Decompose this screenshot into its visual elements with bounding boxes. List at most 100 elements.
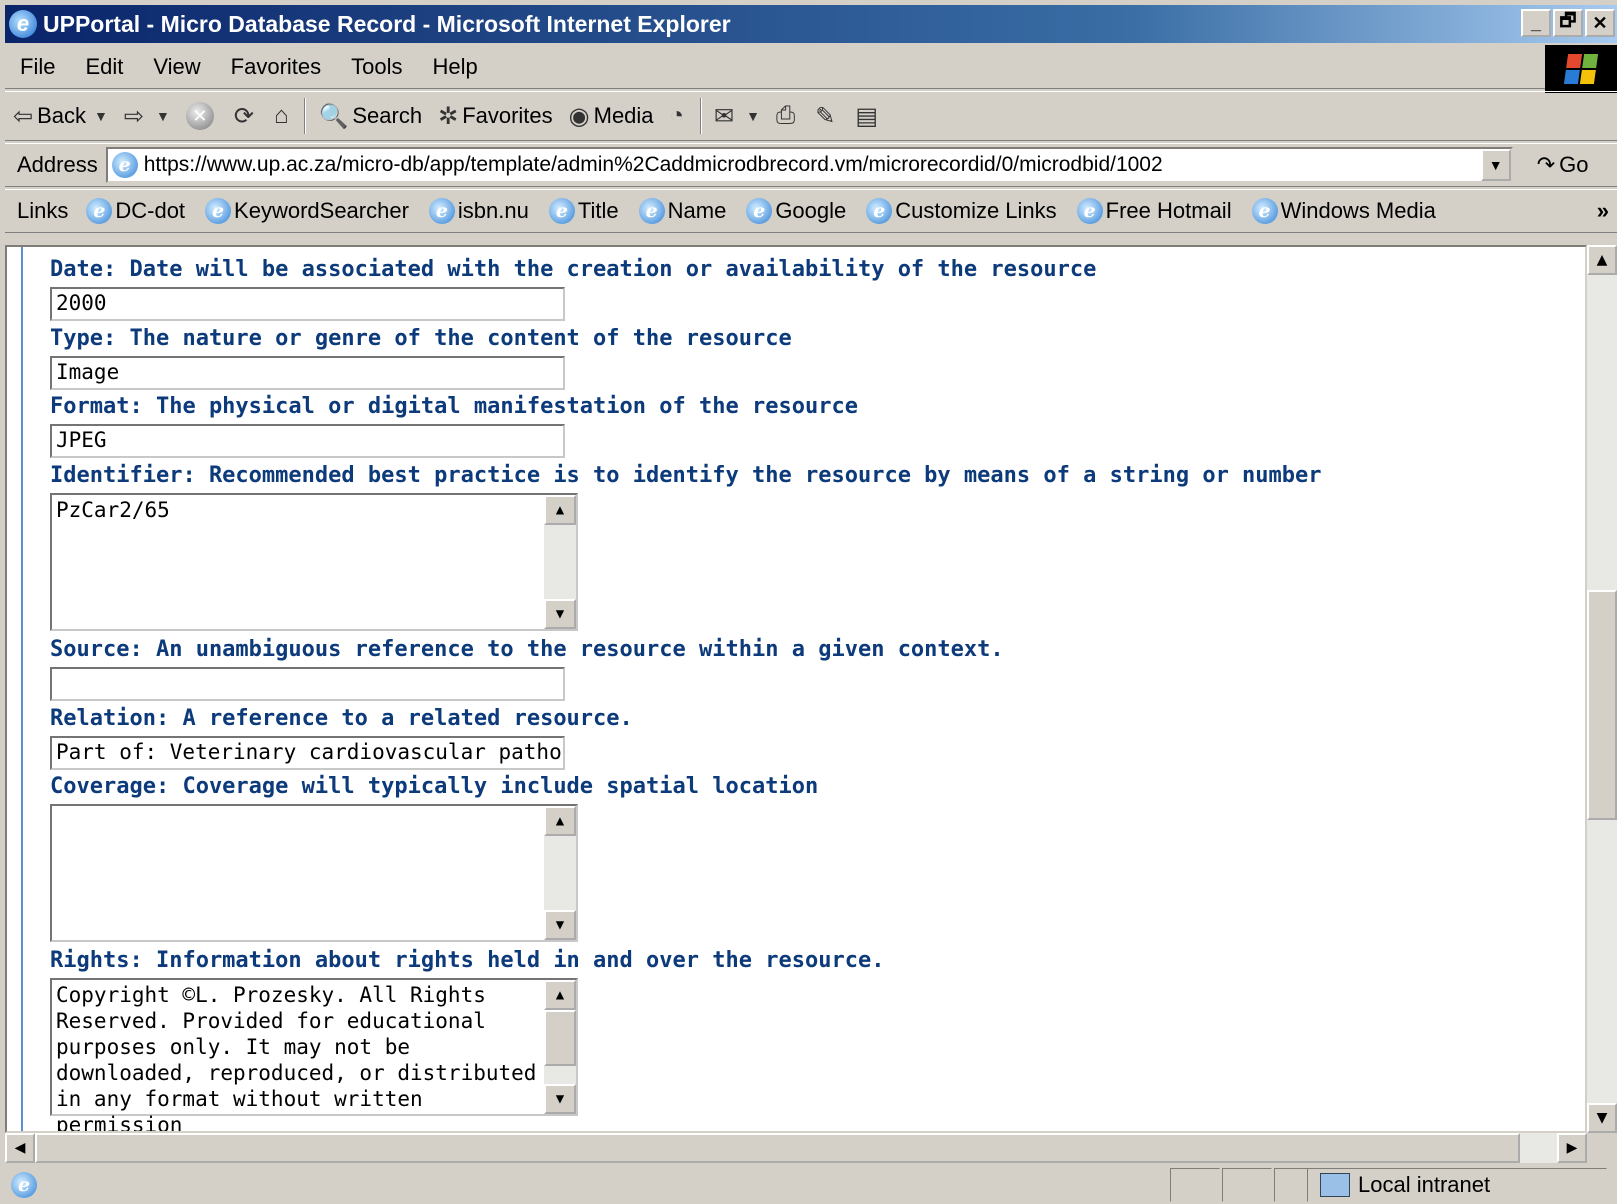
standard-toolbar: ⇦ Back ▼ ⇨ ▼ ✕ ⟳ ⌂ 🔍 Search ✲ Favorites … bbox=[5, 91, 1617, 141]
scroll-down-icon[interactable]: ▼ bbox=[1587, 1103, 1617, 1133]
link-label: Free Hotmail bbox=[1105, 198, 1232, 223]
scroll-up-icon[interactable]: ▲ bbox=[544, 980, 576, 1010]
history-icon: ◔ bbox=[669, 102, 685, 129]
link-label: Title bbox=[577, 198, 619, 223]
go-label: Go bbox=[1559, 152, 1589, 177]
link-windows-media[interactable]: e Windows Media bbox=[1246, 198, 1450, 224]
link-free-hotmail[interactable]: e Free Hotmail bbox=[1071, 198, 1246, 224]
scroll-thumb[interactable] bbox=[544, 1010, 576, 1066]
search-icon: 🔍 bbox=[318, 102, 349, 130]
date-label: Date: Date will be associated with the c… bbox=[50, 257, 1097, 282]
search-button[interactable]: 🔍 Search bbox=[310, 96, 430, 136]
page-horizontal-scrollbar[interactable]: ◀ ▶ bbox=[5, 1133, 1587, 1163]
scroll-down-icon[interactable]: ▼ bbox=[544, 1084, 576, 1114]
type-field[interactable]: Image bbox=[50, 356, 565, 390]
refresh-icon: ⟳ bbox=[233, 102, 254, 130]
link-customize-links[interactable]: e Customize Links bbox=[860, 198, 1070, 224]
stop-button[interactable]: ✕ bbox=[178, 96, 226, 136]
address-input[interactable]: e https://www.up.ac.za/micro-db/app/temp… bbox=[105, 147, 1513, 183]
link-name[interactable]: e Name bbox=[633, 198, 741, 224]
link-isbn-nu[interactable]: e isbn.nu bbox=[423, 198, 543, 224]
link-title[interactable]: e Title bbox=[543, 198, 633, 224]
identifier-textarea[interactable]: PzCar2/65 ▲ ▼ bbox=[50, 493, 578, 631]
source-field[interactable] bbox=[50, 667, 565, 701]
menu-favorites[interactable]: Favorites bbox=[216, 54, 336, 80]
menu-view[interactable]: View bbox=[138, 54, 215, 80]
back-button[interactable]: ⇦ Back ▼ bbox=[5, 96, 116, 136]
forward-button[interactable]: ⇨ ▼ bbox=[116, 96, 178, 136]
identifier-label: Identifier: Recommended best practice is… bbox=[50, 463, 1322, 488]
toolbar-separator bbox=[700, 98, 703, 134]
stop-icon: ✕ bbox=[185, 102, 214, 130]
scroll-left-icon[interactable]: ◀ bbox=[5, 1133, 35, 1163]
chevron-down-icon[interactable]: ▼ bbox=[156, 108, 170, 124]
link-google[interactable]: e Google bbox=[740, 198, 860, 224]
intranet-icon bbox=[1320, 1173, 1350, 1197]
scroll-right-icon[interactable]: ▶ bbox=[1557, 1133, 1587, 1163]
coverage-scrollbar[interactable]: ▲ ▼ bbox=[544, 806, 576, 940]
media-button[interactable]: ◉ Media bbox=[561, 96, 662, 136]
edit-button[interactable]: ✎ bbox=[807, 96, 847, 136]
menu-tools[interactable]: Tools bbox=[336, 54, 417, 80]
search-label: Search bbox=[352, 103, 423, 128]
links-label: Links bbox=[17, 198, 69, 223]
rights-textarea[interactable]: Copyright ©L. Prozesky. All Rights Reser… bbox=[50, 978, 578, 1131]
rights-scrollbar[interactable]: ▲ ▼ bbox=[544, 980, 576, 1114]
scroll-down-icon[interactable]: ▼ bbox=[544, 599, 576, 629]
links-bar: Links e DC-dot e KeywordSearcher e isbn.nu … bbox=[5, 189, 1617, 233]
chevron-down-icon[interactable]: ▼ bbox=[1480, 149, 1511, 181]
link-label: Windows Media bbox=[1280, 198, 1436, 223]
link-dc-dot[interactable]: e DC-dot bbox=[80, 198, 199, 224]
go-arrow-icon: ↷ bbox=[1536, 152, 1556, 177]
ie-link-icon: e bbox=[428, 198, 455, 224]
address-bar: Address e https://www.up.ac.za/micro-db/… bbox=[5, 143, 1617, 187]
mail-icon: ✉ bbox=[714, 102, 735, 130]
identifier-scrollbar[interactable]: ▲ ▼ bbox=[544, 495, 576, 629]
print-button[interactable]: ⎙ bbox=[768, 96, 807, 136]
restore-button[interactable]: 🗗 bbox=[1553, 9, 1583, 37]
media-icon: ◉ bbox=[568, 102, 590, 130]
scroll-up-icon[interactable]: ▲ bbox=[544, 495, 576, 525]
history-button[interactable]: ◔ bbox=[662, 96, 697, 136]
link-label: Google bbox=[775, 198, 847, 223]
mail-button[interactable]: ✉ ▼ bbox=[706, 96, 768, 136]
coverage-textarea[interactable]: ▲ ▼ bbox=[50, 804, 578, 942]
scroll-up-icon[interactable]: ▲ bbox=[1587, 245, 1617, 275]
relation-field[interactable]: Part of: Veterinary cardiovascular patho… bbox=[50, 736, 565, 770]
minimize-button[interactable]: _ bbox=[1521, 9, 1551, 37]
page-status-icon: e bbox=[11, 1172, 37, 1198]
menu-help[interactable]: Help bbox=[418, 54, 493, 80]
date-field[interactable]: 2000 bbox=[50, 287, 565, 321]
document-icon: ▤ bbox=[855, 102, 879, 130]
chevron-down-icon[interactable]: ▼ bbox=[94, 108, 108, 124]
go-button[interactable]: ↷ Go bbox=[1513, 152, 1589, 178]
scroll-up-icon[interactable]: ▲ bbox=[544, 806, 576, 836]
forward-arrow-icon: ⇨ bbox=[123, 102, 144, 130]
title-bar: e UPPortal - Micro Database Record - Mic… bbox=[5, 5, 1617, 43]
browser-window: e UPPortal - Micro Database Record - Mic… bbox=[0, 0, 1617, 1204]
favorites-button[interactable]: ✲ Favorites bbox=[430, 96, 561, 136]
scroll-down-icon[interactable]: ▼ bbox=[544, 910, 576, 940]
refresh-button[interactable]: ⟳ bbox=[226, 96, 266, 136]
home-button[interactable]: ⌂ bbox=[266, 96, 301, 136]
page-hscroll-thumb[interactable] bbox=[35, 1133, 1520, 1163]
page-scroll-thumb[interactable] bbox=[1587, 590, 1617, 820]
address-label: Address bbox=[17, 152, 98, 177]
print-icon: ⎙ bbox=[776, 102, 796, 129]
discuss-button[interactable]: ▤ bbox=[847, 96, 890, 136]
relation-label: Relation: A reference to a related resou… bbox=[50, 706, 633, 731]
menu-file[interactable]: File bbox=[5, 54, 70, 80]
favorites-icon: ✲ bbox=[438, 102, 459, 130]
close-button[interactable]: ✕ bbox=[1585, 9, 1615, 37]
format-field[interactable]: JPEG bbox=[50, 424, 565, 458]
page-vertical-scrollbar[interactable]: ▲ ▼ bbox=[1587, 245, 1617, 1133]
status-bar: e Local intranet bbox=[5, 1166, 1617, 1204]
link-keywordsearcher[interactable]: e KeywordSearcher bbox=[199, 198, 423, 224]
status-panel bbox=[1222, 1168, 1272, 1202]
chevron-down-icon[interactable]: ▼ bbox=[746, 108, 760, 124]
links-overflow-icon[interactable]: » bbox=[1597, 198, 1609, 224]
source-label: Source: An unambiguous reference to the … bbox=[50, 637, 1004, 662]
media-label: Media bbox=[593, 103, 654, 128]
back-arrow-icon: ⇦ bbox=[13, 102, 34, 130]
menu-edit[interactable]: Edit bbox=[70, 54, 138, 80]
